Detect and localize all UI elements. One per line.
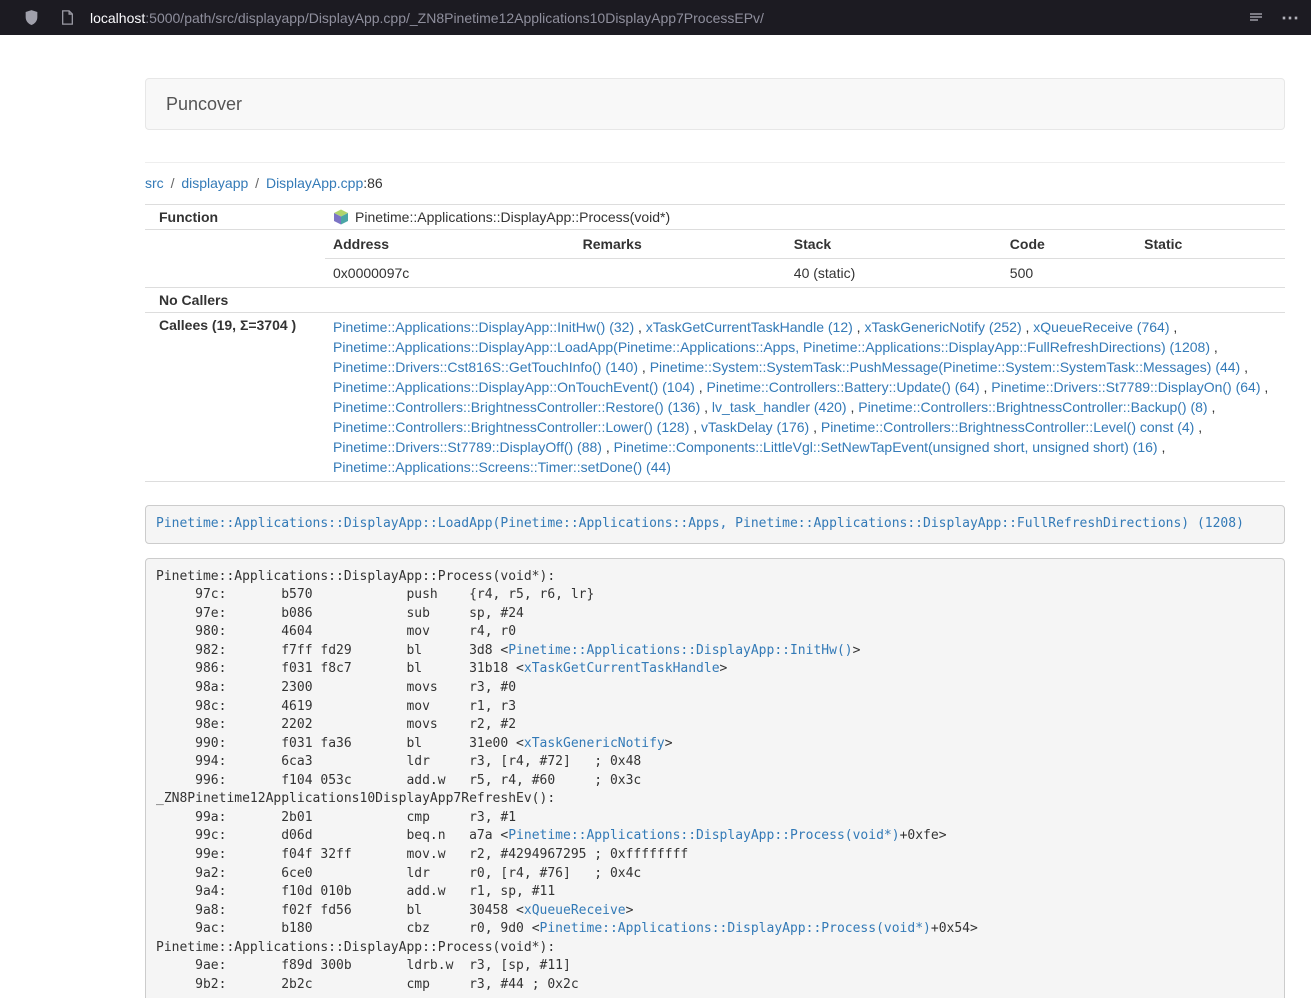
no-callers-row: No Callers — [145, 288, 1285, 313]
callee-link[interactable]: Pinetime::Controllers::BrightnessControl… — [821, 419, 1194, 435]
callee-link[interactable]: Pinetime::Controllers::BrightnessControl… — [858, 399, 1207, 415]
callees-list: Pinetime::Applications::DisplayApp::Init… — [325, 313, 1285, 482]
line-number: :86 — [363, 175, 382, 191]
function-label: Function — [145, 205, 325, 230]
symbol-link[interactable]: xQueueReceive — [524, 903, 626, 918]
browser-toolbar: localhost:5000/path/src/displayapp/Displ… — [0, 0, 1311, 35]
col-remarks: Remarks — [575, 230, 786, 259]
no-callers-value — [325, 288, 1285, 313]
col-static: Static — [1136, 230, 1285, 259]
stats-table: Address Remarks Stack Code Static 0x0000… — [325, 230, 1285, 287]
breadcrumb-displayapp[interactable]: displayapp — [181, 175, 248, 191]
callees-row: Callees (19, Σ=3704 ) Pinetime::Applicat… — [145, 313, 1285, 482]
callee-link[interactable]: Pinetime::Drivers::Cst816S::GetTouchInfo… — [333, 359, 638, 375]
breadcrumb-src[interactable]: src — [145, 175, 164, 191]
callees-label: Callees (19, Σ=3704 ) — [145, 313, 325, 482]
col-stack: Stack — [786, 230, 1002, 259]
url-host: localhost — [90, 10, 145, 26]
static-value — [1136, 259, 1285, 288]
breadcrumb-separator: / — [171, 175, 175, 191]
col-code: Code — [1002, 230, 1136, 259]
breadcrumb-separator: / — [255, 175, 259, 191]
callee-link[interactable]: Pinetime::Drivers::St7789::DisplayOn() (… — [991, 379, 1260, 395]
callee-link[interactable]: Pinetime::Components::LittleVgl::SetNewT… — [614, 439, 1158, 455]
symbol-link[interactable]: Pinetime::Applications::DisplayApp::Init… — [508, 643, 852, 658]
callee-link[interactable]: Pinetime::Applications::DisplayApp::Load… — [333, 339, 1210, 355]
stats-row: Address Remarks Stack Code Static 0x0000… — [145, 230, 1285, 288]
stack-value: 40 (static) — [786, 259, 1002, 288]
address-value: 0x0000097c — [325, 259, 575, 288]
url-path: :5000/path/src/displayapp/DisplayApp.cpp… — [145, 10, 764, 26]
code-value: 500 — [1002, 259, 1136, 288]
stats-header-row: Address Remarks Stack Code Static — [325, 230, 1285, 259]
breadcrumb: src / displayapp / DisplayApp.cpp:86 — [145, 175, 1285, 191]
callee-link[interactable]: vTaskDelay (176) — [701, 419, 809, 435]
page-info-icon[interactable] — [54, 5, 80, 31]
callee-link[interactable]: Pinetime::Applications::DisplayApp::Init… — [333, 319, 634, 335]
url-bar[interactable]: localhost:5000/path/src/displayapp/Displ… — [90, 10, 1243, 26]
callee-link[interactable]: Pinetime::System::SystemTask::PushMessag… — [650, 359, 1241, 375]
breadcrumb-file[interactable]: DisplayApp.cpp — [266, 175, 363, 191]
stats-value-row: 0x0000097c 40 (static) 500 — [325, 259, 1285, 288]
shield-icon[interactable] — [18, 5, 44, 31]
callee-link[interactable]: lv_task_handler (420) — [712, 399, 847, 415]
disassembly-block: Pinetime::Applications::DisplayApp::Proc… — [145, 558, 1285, 998]
callee-link[interactable]: Pinetime::Controllers::BrightnessControl… — [333, 399, 700, 415]
symbol-link[interactable]: xTaskGenericNotify — [524, 736, 665, 751]
top-callee-highlight: Pinetime::Applications::DisplayApp::Load… — [145, 505, 1285, 544]
callee-link[interactable]: Pinetime::Applications::Screens::Timer::… — [333, 459, 671, 475]
callee-link[interactable]: xQueueReceive (764) — [1033, 319, 1169, 335]
symbol-link[interactable]: xTaskGetCurrentTaskHandle — [524, 661, 720, 676]
function-name: Pinetime::Applications::DisplayApp::Proc… — [355, 209, 670, 225]
app-header: Puncover — [145, 78, 1285, 130]
callee-link[interactable]: xTaskGenericNotify (252) — [864, 319, 1021, 335]
symbol-link[interactable]: Pinetime::Applications::DisplayApp::Proc… — [540, 921, 931, 936]
callee-link[interactable]: Pinetime::Drivers::St7789::DisplayOff() … — [333, 439, 602, 455]
more-menu-icon[interactable]: ⋯ — [1277, 5, 1303, 31]
callee-link[interactable]: Pinetime::Controllers::BrightnessControl… — [333, 419, 689, 435]
app-brand[interactable]: Puncover — [146, 94, 262, 115]
divider — [145, 162, 1285, 163]
callee-link[interactable]: Pinetime::Controllers::Battery::Update()… — [707, 379, 980, 395]
function-icon — [333, 209, 349, 225]
page-content: Puncover src / displayapp / DisplayApp.c… — [145, 78, 1285, 998]
reader-view-icon[interactable] — [1243, 5, 1269, 31]
function-table: Function Pinetime::Applications::Display… — [145, 204, 1285, 482]
function-row: Function Pinetime::Applications::Display… — [145, 205, 1285, 230]
symbol-link[interactable]: Pinetime::Applications::DisplayApp::Proc… — [508, 828, 899, 843]
callee-link[interactable]: Pinetime::Applications::DisplayApp::OnTo… — [333, 379, 695, 395]
top-callee-link[interactable]: Pinetime::Applications::DisplayApp::Load… — [156, 516, 1244, 531]
col-address: Address — [325, 230, 575, 259]
no-callers-label: No Callers — [145, 288, 325, 313]
callee-link[interactable]: xTaskGetCurrentTaskHandle (12) — [646, 319, 853, 335]
remarks-value — [575, 259, 786, 288]
